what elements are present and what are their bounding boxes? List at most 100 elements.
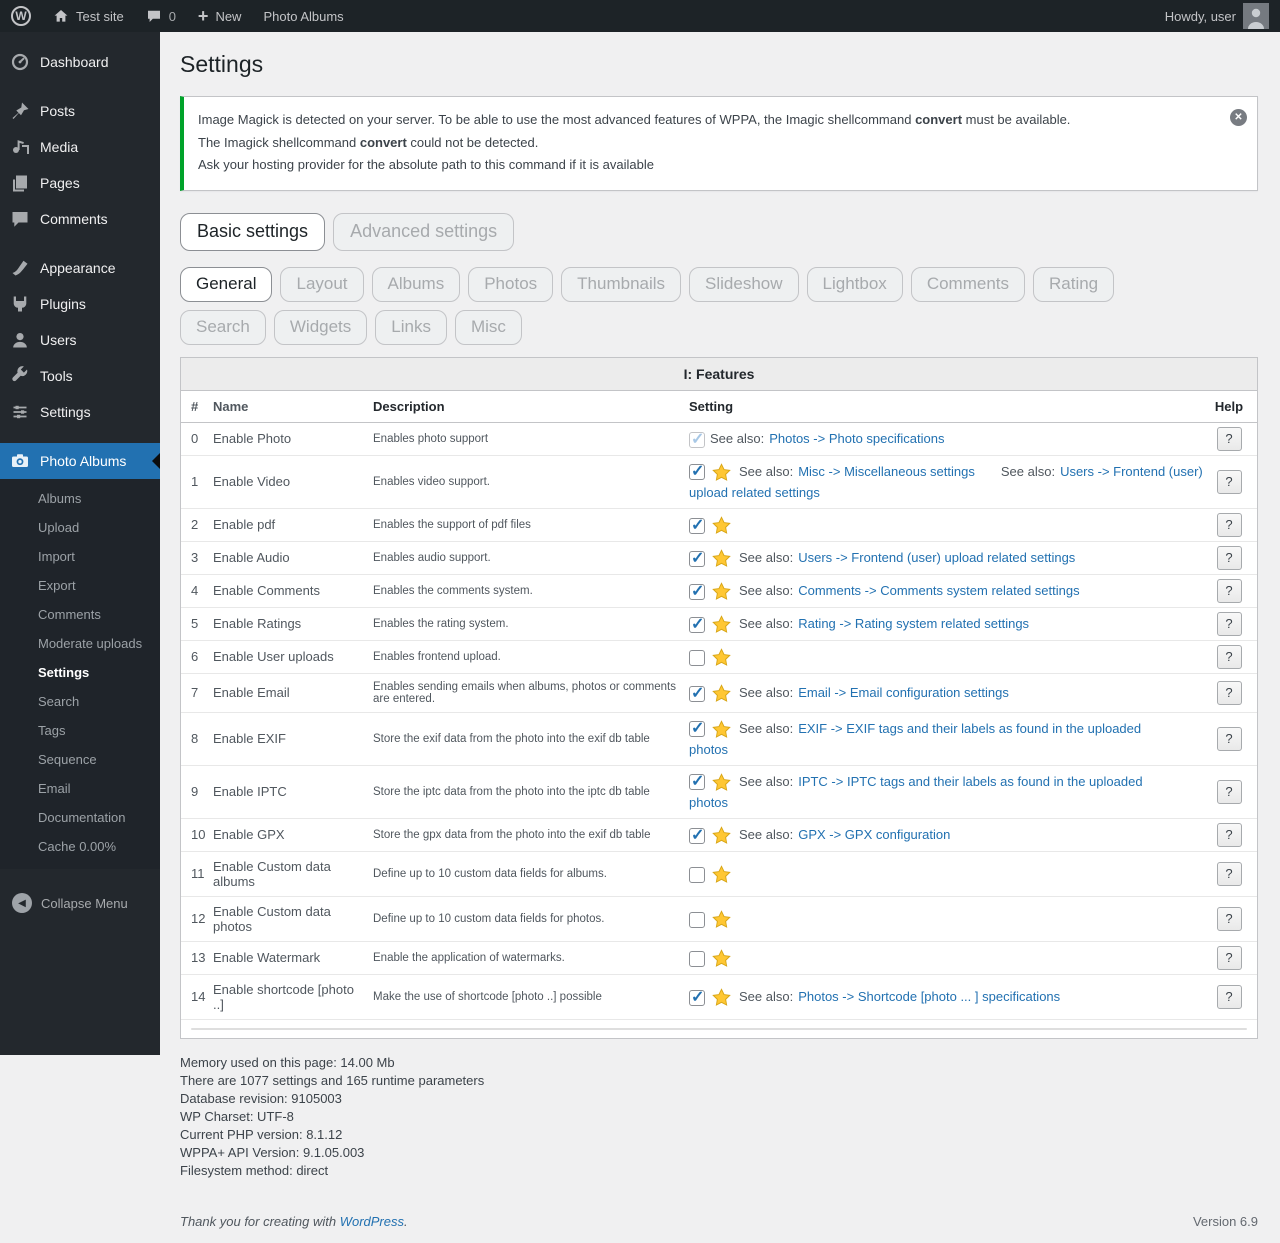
setting-checkbox[interactable]: [689, 912, 705, 928]
tab-general[interactable]: General: [180, 267, 272, 302]
see-also-link[interactable]: Comments -> Comments system related sett…: [798, 583, 1079, 598]
star-icon: [712, 826, 731, 845]
submenu-item-upload[interactable]: Upload: [0, 513, 160, 542]
see-also-link[interactable]: Photos -> Photo specifications: [769, 431, 944, 446]
new-content-menu[interactable]: + New: [187, 0, 253, 32]
tab-layout[interactable]: Layout: [280, 267, 363, 302]
dismiss-notice-icon[interactable]: ✕: [1230, 109, 1247, 126]
see-also-label: See also:: [1001, 464, 1055, 479]
sidebar-item-tools[interactable]: Tools: [0, 358, 160, 394]
tab-slideshow[interactable]: Slideshow: [689, 267, 799, 302]
setting-checkbox[interactable]: [689, 721, 705, 737]
help-button[interactable]: ?: [1217, 907, 1242, 931]
help-button[interactable]: ?: [1217, 470, 1242, 494]
help-button[interactable]: ?: [1217, 579, 1242, 603]
setting-description: Define up to 10 custom data fields for a…: [369, 861, 685, 887]
submenu-item-search[interactable]: Search: [0, 687, 160, 716]
help-button[interactable]: ?: [1217, 727, 1242, 751]
help-button[interactable]: ?: [1217, 780, 1242, 804]
tab-rating[interactable]: Rating: [1033, 267, 1114, 302]
setting-description: Make the use of shortcode [photo ..] pos…: [369, 984, 685, 1010]
help-button[interactable]: ?: [1217, 823, 1242, 847]
visit-site-link[interactable]: Test site: [42, 0, 135, 32]
see-also-link[interactable]: Misc -> Miscellaneous settings: [798, 464, 975, 479]
help-button[interactable]: ?: [1217, 985, 1242, 1009]
comments-shortcut[interactable]: 0: [135, 0, 187, 32]
setting-checkbox[interactable]: [689, 518, 705, 534]
tab-search[interactable]: Search: [180, 310, 266, 345]
see-also-link[interactable]: Users -> Frontend (user) upload related …: [798, 550, 1075, 565]
tab-albums[interactable]: Albums: [372, 267, 461, 302]
tab-misc[interactable]: Misc: [455, 310, 522, 345]
info-line: Current PHP version: 8.1.12: [180, 1126, 1258, 1144]
submenu-item-email[interactable]: Email: [0, 774, 160, 803]
setting-checkbox[interactable]: [689, 951, 705, 967]
star-icon: [712, 648, 731, 667]
submenu-item-comments[interactable]: Comments: [0, 600, 160, 629]
help-button[interactable]: ?: [1217, 546, 1242, 570]
setting-checkbox[interactable]: [689, 686, 705, 702]
help-button[interactable]: ?: [1217, 427, 1242, 451]
tab-photos[interactable]: Photos: [468, 267, 553, 302]
dashboard-icon: [10, 52, 30, 72]
sidebar-item-posts[interactable]: Posts: [0, 93, 160, 129]
sidebar-item-dashboard[interactable]: Dashboard: [0, 44, 160, 80]
sidebar-item-comments[interactable]: Comments: [0, 201, 160, 237]
submenu-item-tags[interactable]: Tags: [0, 716, 160, 745]
wordpress-link[interactable]: WordPress: [340, 1214, 404, 1229]
wordpress-menu[interactable]: W: [0, 0, 42, 32]
submenu-item-documentation[interactable]: Documentation: [0, 803, 160, 832]
setting-checkbox[interactable]: [689, 867, 705, 883]
account-menu[interactable]: Howdy, user: [1154, 0, 1280, 32]
setting-checkbox[interactable]: [689, 551, 705, 567]
sidebar-item-settings[interactable]: Settings: [0, 394, 160, 430]
see-also-link[interactable]: Photos -> Shortcode [photo ... ] specifi…: [798, 989, 1060, 1004]
sidebar-item-appearance[interactable]: Appearance: [0, 250, 160, 286]
setting-name: Enable User uploads: [209, 642, 369, 671]
submenu-item-albums[interactable]: Albums: [0, 484, 160, 513]
submenu-item-export[interactable]: Export: [0, 571, 160, 600]
tab-widgets[interactable]: Widgets: [274, 310, 367, 345]
submenu-item-import[interactable]: Import: [0, 542, 160, 571]
help-cell: ?: [1211, 608, 1257, 640]
sidebar-item-users[interactable]: Users: [0, 322, 160, 358]
info-line: There are 1077 settings and 165 runtime …: [180, 1072, 1258, 1090]
tab-comments[interactable]: Comments: [911, 267, 1025, 302]
info-line: WP Charset: UTF-8: [180, 1108, 1258, 1126]
setting-checkbox[interactable]: [689, 990, 705, 1006]
submenu-item-settings[interactable]: Settings: [0, 658, 160, 687]
setting-checkbox[interactable]: [689, 650, 705, 666]
help-button[interactable]: ?: [1217, 645, 1242, 669]
table-title: I: Features: [181, 358, 1257, 391]
help-button[interactable]: ?: [1217, 612, 1242, 636]
tab-basic-settings[interactable]: Basic settings: [180, 213, 325, 251]
submenu-item-cache-0-00[interactable]: Cache 0.00%: [0, 832, 160, 861]
table-row: 4Enable CommentsEnables the comments sys…: [181, 575, 1257, 608]
setting-checkbox[interactable]: [689, 774, 705, 790]
tab-advanced-settings[interactable]: Advanced settings: [333, 213, 514, 251]
help-button[interactable]: ?: [1217, 681, 1242, 705]
sidebar-item-pages[interactable]: Pages: [0, 165, 160, 201]
collapse-menu-button[interactable]: ◀ Collapse Menu: [0, 883, 160, 923]
sidebar-item-photo-albums[interactable]: Photo Albums: [0, 443, 160, 479]
adminbar-photo-albums[interactable]: Photo Albums: [252, 0, 354, 32]
sidebar-item-media[interactable]: Media: [0, 129, 160, 165]
comment-bubble-icon: [146, 8, 162, 24]
see-also-link[interactable]: Rating -> Rating system related settings: [798, 616, 1029, 631]
submenu-item-sequence[interactable]: Sequence: [0, 745, 160, 774]
help-button[interactable]: ?: [1217, 862, 1242, 886]
setting-checkbox[interactable]: [689, 617, 705, 633]
sidebar-item-plugins[interactable]: Plugins: [0, 286, 160, 322]
see-also-link[interactable]: GPX -> GPX configuration: [798, 827, 950, 842]
tab-thumbnails[interactable]: Thumbnails: [561, 267, 681, 302]
setting-checkbox[interactable]: [689, 828, 705, 844]
tab-links[interactable]: Links: [375, 310, 447, 345]
submenu-item-moderate-uploads[interactable]: Moderate uploads: [0, 629, 160, 658]
help-button[interactable]: ?: [1217, 946, 1242, 970]
see-also-link[interactable]: Email -> Email configuration settings: [798, 685, 1009, 700]
setting-checkbox[interactable]: [689, 464, 705, 480]
see-also-label: See also:: [739, 464, 793, 479]
setting-checkbox[interactable]: [689, 584, 705, 600]
help-button[interactable]: ?: [1217, 513, 1242, 537]
tab-lightbox[interactable]: Lightbox: [807, 267, 903, 302]
